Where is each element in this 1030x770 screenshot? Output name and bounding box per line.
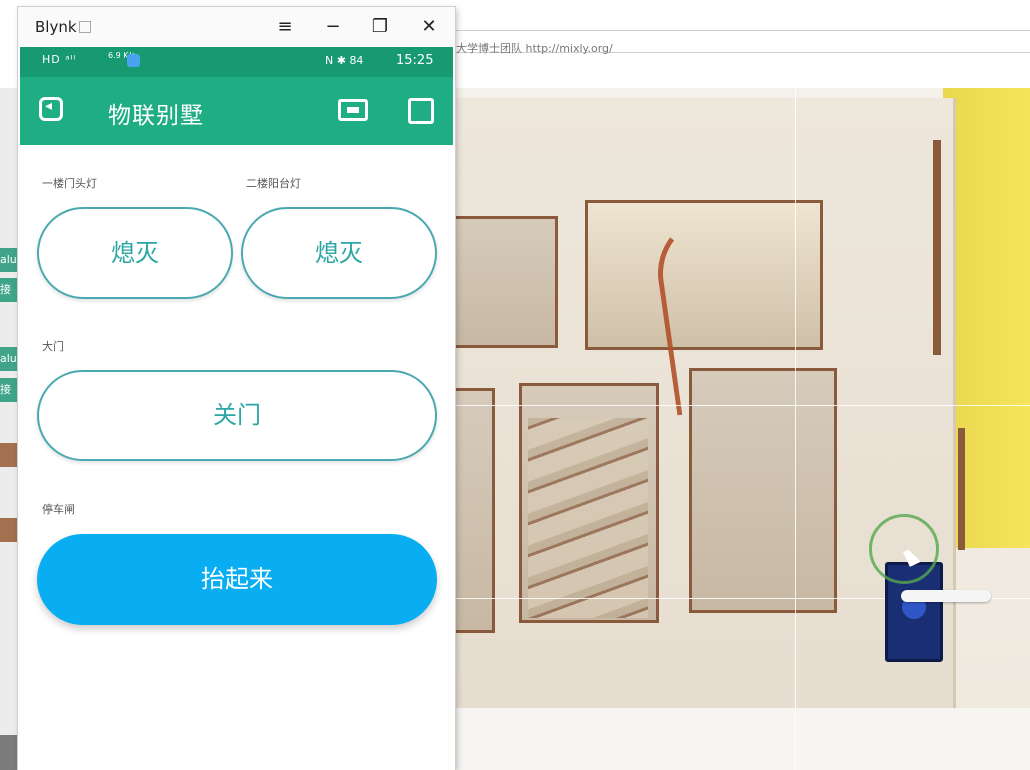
widget-label-garage: 停车闸 [42, 503, 75, 516]
photo-yellow-wall [943, 88, 1030, 548]
minimize-button[interactable]: − [318, 13, 348, 41]
phone-status-bar: HD ᵃᴵˡ 6.9 K/s N ✱ 84 15:25 [20, 47, 453, 77]
photo-window [453, 216, 558, 348]
window-title: Blynk [35, 18, 77, 36]
background-side-panel: alu 接 alu 接 [0, 88, 20, 770]
photo-floor [453, 708, 1030, 770]
project-title: 物联别墅 [108, 103, 204, 129]
close-button[interactable]: ✕ [414, 13, 444, 41]
camera-view [453, 88, 1030, 770]
side-tab[interactable]: alu [0, 248, 20, 272]
window-titlebar[interactable]: Blynk ≡ − ❐ ✕ [18, 7, 455, 47]
camera-grid-line [453, 405, 1030, 406]
status-icons: N ✱ 84 [325, 54, 364, 67]
photo-stairs [528, 418, 648, 618]
photo-wire [650, 199, 841, 416]
photo-window [453, 388, 495, 633]
background-bottom-bar [0, 735, 20, 770]
door-button[interactable]: 关门 [37, 370, 437, 461]
side-tab[interactable]: alu [0, 347, 20, 371]
play-stop-icon[interactable] [408, 98, 434, 124]
widget-label-lamp1: 一楼门头灯 [42, 177, 97, 190]
side-block[interactable] [0, 443, 20, 467]
background-url-text: 大学博士团队 http://mixly.org/ [456, 42, 613, 55]
garage-button[interactable]: 抬起来 [37, 534, 437, 625]
widget-label-door: 大门 [42, 340, 64, 353]
toolbar-divider [455, 30, 1030, 31]
side-block[interactable] [0, 518, 20, 542]
click-indicator-icon [869, 514, 939, 584]
back-icon[interactable] [39, 97, 63, 121]
lamp1-button[interactable]: 熄灭 [37, 207, 233, 299]
lamp2-button[interactable]: 熄灭 [241, 207, 437, 299]
photo-edge [933, 140, 941, 355]
signal-icons: HD ᵃᴵˡ [42, 53, 77, 66]
app-bar: 物联别墅 [20, 77, 453, 145]
menu-button[interactable]: ≡ [270, 13, 300, 41]
pin-icon[interactable] [79, 21, 91, 33]
app-notification-icon [127, 54, 140, 67]
clock: 15:25 [396, 53, 434, 68]
photo-edge [958, 428, 965, 550]
widget-label-lamp2: 二楼阳台灯 [246, 177, 301, 190]
photo-servo-arm [901, 590, 991, 602]
camera-grid-line [795, 88, 796, 770]
side-tab[interactable]: 接 [0, 278, 20, 302]
device-icon[interactable] [338, 99, 368, 121]
side-tab[interactable]: 接 [0, 378, 20, 402]
blynk-window: Blynk ≡ − ❐ ✕ HD ᵃᴵˡ 6.9 K/s N ✱ 84 15:2… [18, 7, 455, 770]
maximize-button[interactable]: ❐ [365, 13, 395, 41]
widget-canvas: 一楼门头灯 二楼阳台灯 熄灭 熄灭 大门 关门 停车闸 抬起来 [20, 145, 453, 770]
